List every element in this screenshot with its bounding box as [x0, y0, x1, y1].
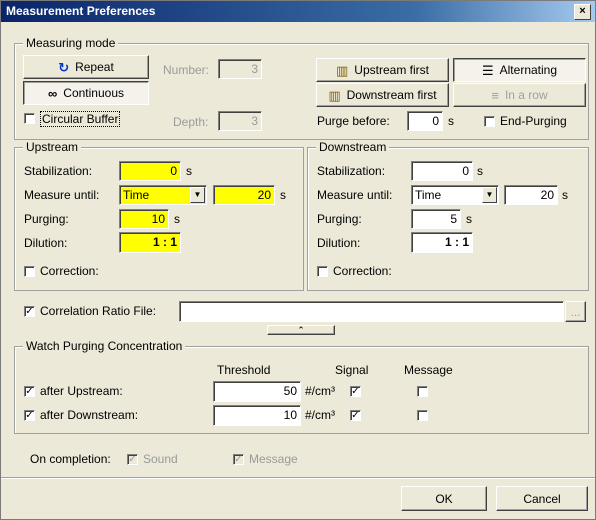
upstream-purging-unit: s — [174, 212, 180, 226]
message-label: Message — [249, 452, 298, 466]
downstream-purging-unit: s — [466, 212, 472, 226]
after-downstream-checkbox[interactable]: ✓ — [24, 410, 35, 421]
downstream-measure-until-field[interactable]: 20 — [504, 185, 558, 205]
split-pane-icon: ▥ — [328, 87, 341, 103]
in-a-row-icon: ≡ — [491, 87, 499, 103]
sound-label: Sound — [143, 452, 178, 466]
downstream-first-label: Downstream first — [346, 88, 437, 102]
downstream-first-button[interactable]: ▥ Downstream first — [316, 83, 449, 107]
circular-buffer-label[interactable]: Circular Buffer — [40, 111, 121, 127]
ok-button[interactable]: OK — [401, 486, 487, 511]
after-downstream-message-checkbox[interactable] — [417, 410, 428, 421]
split-pane-icon: ▥ — [336, 62, 349, 78]
after-downstream-unit: #/cm³ — [305, 408, 335, 422]
downstream-stabilization-unit: s — [477, 164, 483, 178]
infinity-icon: ∞ — [48, 85, 58, 101]
close-button[interactable]: × — [574, 4, 591, 20]
collapse-button[interactable]: ⌃ — [267, 325, 335, 335]
repeat-button-label: Repeat — [75, 60, 114, 74]
window-title: Measurement Preferences — [6, 4, 156, 18]
end-purging-label[interactable]: End-Purging — [500, 114, 567, 128]
upstream-purging-label: Purging: — [24, 212, 69, 226]
refresh-icon: ↻ — [58, 59, 70, 75]
upstream-stabilization-field[interactable]: 0 — [119, 161, 181, 181]
chevron-down-icon[interactable]: ▼ — [190, 187, 205, 203]
purge-before-field[interactable]: 0 — [407, 111, 443, 131]
downstream-purging-label: Purging: — [317, 212, 362, 226]
correlation-ratio-checkbox[interactable]: ✓ — [24, 306, 35, 317]
upstream-stabilization-label: Stabilization: — [24, 164, 93, 178]
downstream-stabilization-field[interactable]: 0 — [411, 161, 473, 181]
signal-header: Signal — [335, 363, 369, 377]
depth-field[interactable]: 3 — [218, 111, 262, 131]
continuous-button[interactable]: ∞ Continuous — [23, 81, 149, 105]
after-upstream-message-checkbox[interactable] — [417, 386, 428, 397]
upstream-dilution-label: Dilution: — [24, 236, 68, 250]
circular-buffer-checkbox[interactable] — [24, 113, 35, 124]
upstream-measure-until-field[interactable]: 20 — [213, 185, 275, 205]
end-purging-checkbox[interactable] — [484, 116, 495, 127]
continuous-button-label: Continuous — [63, 86, 124, 100]
purge-before-unit: s — [448, 114, 454, 128]
number-field[interactable]: 3 — [218, 59, 262, 79]
after-downstream-signal-checkbox[interactable]: ✓ — [350, 410, 361, 421]
after-downstream-label[interactable]: after Downstream: — [40, 408, 138, 422]
after-downstream-threshold-field[interactable]: 10 — [213, 405, 301, 426]
number-label: Number: — [163, 63, 210, 77]
sound-checkbox[interactable]: ✓ — [127, 454, 138, 465]
downstream-measure-until-unit: s — [562, 188, 568, 202]
upstream-first-label: Upstream first — [354, 63, 429, 77]
alternating-button[interactable]: ☰ Alternating — [453, 58, 586, 82]
downstream-measure-until-value: Time — [415, 188, 442, 202]
on-completion-label: On completion: — [30, 452, 111, 466]
downstream-correction-checkbox[interactable] — [317, 266, 328, 277]
chevron-down-icon[interactable]: ▼ — [482, 187, 497, 203]
watch-purging-legend: Watch Purging Concentration — [23, 339, 186, 353]
message-header: Message — [404, 363, 453, 377]
after-upstream-signal-checkbox[interactable]: ✓ — [350, 386, 361, 397]
after-upstream-unit: #/cm³ — [305, 384, 335, 398]
downstream-correction-label[interactable]: Correction: — [333, 264, 392, 278]
upstream-correction-label[interactable]: Correction: — [40, 264, 99, 278]
upstream-measure-until-value: Time — [123, 188, 150, 202]
downstream-stabilization-label: Stabilization: — [317, 164, 386, 178]
footer-divider — [1, 477, 595, 479]
downstream-dilution-label: Dilution: — [317, 236, 361, 250]
title-bar[interactable]: Measurement Preferences × — [1, 1, 595, 22]
upstream-dilution-field[interactable]: 1 : 1 — [119, 232, 181, 253]
cancel-button[interactable]: Cancel — [496, 486, 588, 511]
dialog-window: Measurement Preferences × Measuring mode… — [0, 0, 596, 520]
upstream-measure-until-unit: s — [280, 188, 286, 202]
alternating-label: Alternating — [499, 63, 558, 77]
after-upstream-checkbox[interactable]: ✓ — [24, 386, 35, 397]
in-a-row-button[interactable]: ≡ In a row — [453, 83, 586, 107]
measuring-mode-legend: Measuring mode — [23, 36, 119, 50]
chevron-up-icon: ⌃ — [297, 325, 305, 335]
in-a-row-label: In a row — [504, 88, 548, 102]
alternating-lines-icon: ☰ — [481, 62, 494, 78]
message-checkbox[interactable]: ✓ — [233, 454, 244, 465]
browse-button[interactable]: ... — [565, 301, 586, 322]
purge-before-label: Purge before: — [317, 114, 390, 128]
downstream-legend: Downstream — [316, 140, 390, 154]
upstream-first-button[interactable]: ▥ Upstream first — [316, 58, 449, 82]
depth-label: Depth: — [173, 115, 209, 129]
downstream-purging-field[interactable]: 5 — [411, 209, 461, 229]
correlation-ratio-label[interactable]: Correlation Ratio File: — [40, 304, 156, 318]
upstream-stabilization-unit: s — [186, 164, 192, 178]
upstream-measure-until-select[interactable]: Time ▼ — [119, 185, 207, 205]
threshold-header: Threshold — [217, 363, 271, 377]
downstream-measure-until-label: Measure until: — [317, 188, 393, 202]
after-upstream-label[interactable]: after Upstream: — [40, 384, 123, 398]
upstream-correction-checkbox[interactable] — [24, 266, 35, 277]
downstream-dilution-field[interactable]: 1 : 1 — [411, 232, 473, 253]
repeat-button[interactable]: ↻ Repeat — [23, 55, 149, 79]
after-upstream-threshold-field[interactable]: 50 — [213, 381, 301, 402]
downstream-measure-until-select[interactable]: Time ▼ — [411, 185, 499, 205]
upstream-purging-field[interactable]: 10 — [119, 209, 169, 229]
upstream-measure-until-label: Measure until: — [24, 188, 100, 202]
correlation-ratio-file-field[interactable] — [179, 301, 564, 322]
upstream-legend: Upstream — [23, 140, 82, 154]
